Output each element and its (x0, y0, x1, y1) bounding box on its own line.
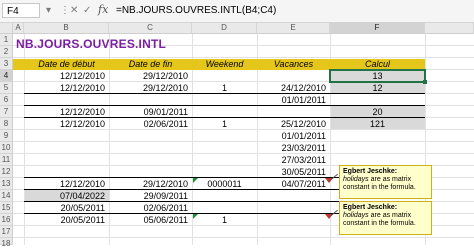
cell-comment[interactable]: Egbert Jeschke: holidays are as matrix c… (339, 165, 432, 199)
cell-b5[interactable]: 12/12/2010 (24, 82, 105, 94)
cell-d14[interactable]: 0000011 (192, 178, 257, 190)
header-end-date: Date de fin (128, 59, 173, 69)
gridline (13, 153, 474, 154)
cell-d8[interactable]: 1 (192, 118, 257, 130)
active-cell-f4[interactable] (329, 69, 426, 83)
gridline (13, 57, 474, 58)
formula-input[interactable]: =NB.JOURS.OUVRES.INTL(B4;C4) (116, 4, 276, 18)
row-header[interactable]: 12 (0, 166, 13, 178)
sheet-title: NB.JOURS.OUVRES.INTL (16, 37, 167, 51)
row-header[interactable]: 16 (0, 214, 13, 226)
insert-function-icon[interactable]: fx (98, 3, 108, 16)
header-start-date: Date de début (38, 59, 95, 69)
cell-f8[interactable]: 121 (330, 118, 425, 130)
cell-comment[interactable]: Egbert Jeschke: holidays are as matrix c… (339, 201, 432, 235)
row-header[interactable]: 4 (0, 70, 13, 82)
gridline (13, 141, 474, 142)
row-header[interactable]: 7 (0, 106, 13, 118)
column-header-b[interactable]: B (24, 23, 109, 34)
row-header[interactable]: 13 (0, 178, 13, 190)
select-all-corner[interactable] (0, 23, 13, 34)
column-header-e[interactable]: E (257, 23, 330, 34)
cell-b7[interactable]: 12/12/2010 (24, 106, 105, 118)
fill-handle[interactable] (423, 80, 427, 84)
column-header-a[interactable]: A (13, 23, 24, 34)
header-holidays: Vacances (273, 59, 314, 69)
cell-c15[interactable]: 29/09/2011 (109, 190, 188, 202)
cell-c8[interactable]: 02/06/2011 (109, 118, 188, 130)
comment-author: Egbert Jeschke: (343, 168, 398, 175)
cell-b4[interactable]: 12/12/2010 (24, 70, 105, 82)
column-header-c[interactable]: C (109, 23, 192, 34)
row-header[interactable]: 10 (0, 142, 13, 154)
cell-e11[interactable]: 27/03/2011 (257, 154, 326, 166)
row-header[interactable]: 11 (0, 154, 13, 166)
column-header-f[interactable]: F (330, 23, 425, 34)
column-header-d[interactable]: D (192, 23, 257, 34)
cancel-icon[interactable]: ✕ (70, 4, 78, 18)
cell-b15[interactable]: 07/04/2022 (24, 190, 105, 202)
cell-c4[interactable]: 29/12/2010 (109, 70, 188, 82)
row-header[interactable]: 9 (0, 130, 13, 142)
formula-bar: F4 ▾ ⋮ ✕ ✓ fx =NB.JOURS.OUVRES.INTL(B4;C… (0, 0, 474, 23)
row-header[interactable]: 14 (0, 190, 13, 202)
cell-e13[interactable]: 04/07/2011 (257, 178, 326, 190)
cell-e10[interactable]: 23/03/2011 (257, 142, 326, 154)
cell-c14[interactable]: 29/12/2010 (109, 178, 188, 190)
cell-f5[interactable]: 12 (330, 82, 425, 94)
error-indicator-icon[interactable] (193, 214, 198, 219)
cell-d17[interactable]: 1 (192, 214, 257, 226)
cell-e8[interactable]: 25/12/2010 (257, 118, 326, 130)
row-header[interactable]: 15 (0, 202, 13, 214)
comment-keyword: holidays (343, 212, 369, 219)
row-header[interactable]: 2 (0, 46, 13, 58)
comment-author: Egbert Jeschke: (343, 204, 398, 211)
options-icon[interactable]: ⋮ (60, 4, 70, 18)
row-header[interactable]: 3 (0, 58, 13, 70)
name-box[interactable]: F4 (2, 3, 40, 18)
row-header[interactable]: 5 (0, 82, 13, 94)
cell-c17[interactable]: 05/06/2011 (109, 214, 188, 226)
row-header[interactable]: 8 (0, 118, 13, 130)
cell-e9[interactable]: 01/01/2011 (257, 130, 326, 142)
name-box-dropdown-icon[interactable]: ▾ (46, 4, 51, 18)
cell-b8[interactable]: 12/12/2010 (24, 118, 105, 130)
cell-b16[interactable]: 20/05/2011 (24, 202, 105, 214)
column-header-g[interactable] (425, 23, 474, 34)
cell-c5[interactable]: 29/12/2010 (109, 82, 188, 94)
cell-e12[interactable]: 30/05/2011 (257, 166, 326, 178)
cell-c16[interactable]: 02/06/2011 (109, 202, 188, 214)
comment-keyword: holidays (343, 176, 369, 183)
row-header[interactable]: 18 (0, 238, 13, 248)
row-header[interactable]: 1 (0, 34, 13, 46)
header-weekend: Weekend (205, 59, 244, 69)
cell-e6[interactable]: 01/01/2011 (257, 94, 326, 106)
cell-c7[interactable]: 09/01/2011 (109, 106, 188, 118)
cell-b14[interactable]: 12/12/2010 (24, 178, 105, 190)
gridline (13, 237, 474, 238)
cell-d5[interactable]: 1 (192, 82, 257, 94)
row-header[interactable]: 17 (0, 226, 13, 238)
cell-b17[interactable]: 20/05/2011 (24, 214, 105, 226)
cell-e5[interactable]: 24/12/2010 (257, 82, 326, 94)
error-indicator-icon[interactable] (193, 178, 198, 183)
row-header[interactable]: 6 (0, 94, 13, 106)
confirm-icon[interactable]: ✓ (83, 4, 91, 18)
cell-f7[interactable]: 20 (330, 106, 425, 118)
